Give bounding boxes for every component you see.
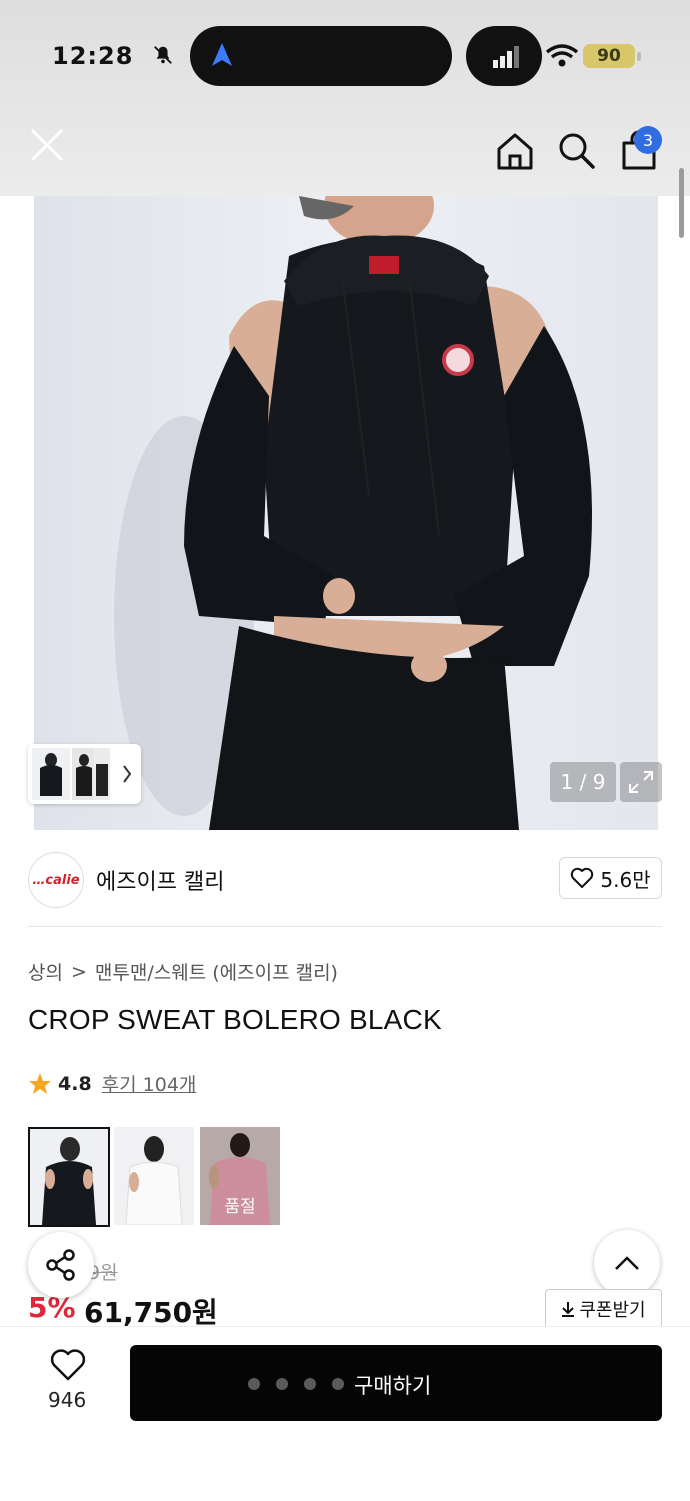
breadcrumb-subcategory[interactable]: 맨투맨/스웨트 (에즈이프 캘리): [95, 958, 338, 985]
chevron-up-icon: [615, 1256, 639, 1270]
download-icon: [562, 1302, 575, 1317]
gallery-counter: 1 / 9: [550, 762, 616, 802]
sale-price: 61,750원: [84, 1296, 218, 1329]
scrollbar[interactable]: [679, 168, 684, 238]
thumbnail-preview: [32, 748, 132, 800]
status-time: 12:28: [52, 42, 134, 70]
battery-tip: [637, 52, 641, 61]
share-button[interactable]: [28, 1232, 94, 1298]
product-title: CROP SWEAT BOLERO BLACK: [28, 1004, 442, 1035]
breadcrumb-category[interactable]: 상의: [28, 958, 63, 985]
signal-icon: [493, 46, 519, 68]
brand-like-count: 5.6만: [600, 867, 651, 892]
wishlist-count: 946: [48, 1388, 87, 1412]
buy-button-label: 구매하기: [354, 1374, 432, 1398]
home-icon[interactable]: [494, 130, 536, 172]
heart-icon: [571, 867, 594, 888]
search-icon[interactable]: [556, 130, 596, 170]
thumbnail-strip[interactable]: [28, 744, 141, 804]
coupon-button[interactable]: 쿠폰받기: [545, 1289, 662, 1329]
expand-button[interactable]: [620, 762, 662, 802]
cart-count-badge: 3: [634, 126, 662, 154]
loading-dots: [248, 1378, 344, 1390]
expand-icon: [629, 771, 653, 793]
breadcrumb-separator: >: [70, 960, 87, 983]
wifi-icon: [545, 44, 579, 67]
color-thumb-white-image: [114, 1127, 194, 1225]
color-thumb-black-image: [30, 1129, 108, 1225]
loading-dot: [248, 1378, 260, 1390]
share-icon: [46, 1249, 75, 1281]
loading-dot: [332, 1378, 344, 1390]
color-option-white[interactable]: [114, 1127, 194, 1225]
coupon-label: 쿠폰받기: [579, 1300, 646, 1321]
scroll-to-top-button[interactable]: [594, 1230, 660, 1296]
color-option-pink[interactable]: 품절: [200, 1127, 280, 1225]
color-option-black[interactable]: [28, 1127, 110, 1227]
divider: [28, 926, 662, 927]
bell-muted-icon: [154, 46, 172, 64]
close-icon[interactable]: [28, 126, 66, 164]
navigation-arrow-icon: [212, 43, 232, 66]
loading-dot: [276, 1378, 288, 1390]
brand-like-button[interactable]: 5.6만: [559, 857, 662, 899]
heart-icon[interactable]: [50, 1348, 86, 1382]
soldout-label: 품절: [200, 1127, 280, 1225]
loading-dot: [304, 1378, 316, 1390]
brand-name[interactable]: 에즈이프 캘리: [96, 864, 224, 896]
review-count-link[interactable]: 후기 104개: [102, 1070, 197, 1097]
product-photo: [34, 196, 658, 830]
rating-row: 4.8 후기 104개: [28, 1070, 196, 1097]
breadcrumb: 상의 > 맨투맨/스웨트 (에즈이프 캘리): [28, 958, 338, 985]
rating-score: 4.8: [58, 1072, 92, 1095]
star-icon: [29, 1072, 51, 1094]
brand-logo[interactable]: …calie: [28, 852, 84, 908]
battery-indicator: 90: [583, 44, 635, 68]
product-main-image[interactable]: [34, 196, 658, 830]
